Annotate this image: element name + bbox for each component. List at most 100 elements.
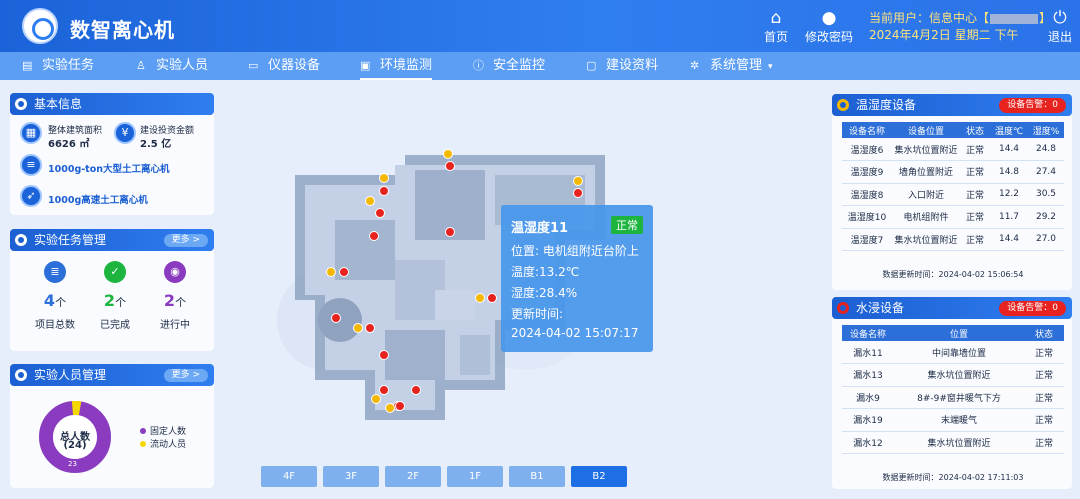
floor-button-1f[interactable]: 1F <box>447 466 503 487</box>
home-button[interactable]: ⌂ 首页 <box>752 8 800 45</box>
table-row[interactable]: 温湿度8 入口附近 正常 12.2 30.5 <box>842 183 1064 206</box>
sensor-marker[interactable] <box>371 394 381 404</box>
cell: 正常 <box>960 183 990 206</box>
panel-title-icon <box>15 98 27 110</box>
sensor-marker[interactable] <box>379 350 389 360</box>
floor-button-2f[interactable]: 2F <box>385 466 441 487</box>
cell: 电机组附件 <box>892 205 960 229</box>
tooltip-temperature: 温度:13.2℃ <box>511 265 580 279</box>
panel-title-icon <box>15 369 27 381</box>
sensor-marker[interactable] <box>379 186 389 196</box>
check-icon: ✓ <box>104 261 126 283</box>
sensor-marker[interactable] <box>379 173 389 183</box>
sensor-marker[interactable] <box>395 401 405 411</box>
temp-humidity-panel: 温湿度设备 设备告警：0 设备名称 设备位置 状态 温度℃ 湿度% 温湿度6 集水坑… <box>832 94 1072 290</box>
info-icon: ⓘ <box>473 59 484 72</box>
unit: 个 <box>55 296 67 309</box>
nav-item-system[interactable]: ✲ 系统管理 ▾ <box>690 52 773 80</box>
cell: 漏水12 <box>842 431 894 454</box>
sensor-marker[interactable] <box>379 385 389 395</box>
cell: 温湿度9 <box>842 160 892 184</box>
sensor-marker[interactable] <box>573 176 583 186</box>
cell: 正常 <box>1024 408 1064 432</box>
legend-fixed: 固定人数 <box>140 424 186 437</box>
sensor-marker[interactable] <box>365 196 375 206</box>
cell: 温湿度6 <box>842 138 892 161</box>
panel-title-icon <box>15 234 27 246</box>
nav-item-security[interactable]: ⓘ 安全监控 <box>473 52 545 80</box>
floor-button-3f[interactable]: 3F <box>323 466 379 487</box>
device-name-1: 1000g-ton大型土工离心机 <box>48 164 170 175</box>
sensor-marker[interactable] <box>375 208 385 218</box>
logout-button[interactable]: ⏻ 退出 <box>1040 8 1080 45</box>
cell: 集水坑位置附近 <box>892 228 960 251</box>
cell: 11.7 <box>990 205 1028 229</box>
table-row[interactable]: 漏水12 集水坑位置附近 正常 <box>842 431 1064 454</box>
change-password-button[interactable]: ● 修改密码 <box>803 8 855 45</box>
floor-button-b1[interactable]: B1 <box>509 466 565 487</box>
cell: 24.8 <box>1028 138 1064 161</box>
stat-ongoing: ◉ 2个 进行中 <box>150 261 200 331</box>
nav-item-equipment[interactable]: ▭ 仪器设备 <box>248 52 320 80</box>
table-row[interactable]: 漏水19 末端暖气 正常 <box>842 408 1064 432</box>
table-row[interactable]: 漏水9 8#-9#窗井暖气下方 正常 <box>842 386 1064 409</box>
legend-label: 流动人员 <box>150 440 187 450</box>
column-header: 设备名称 <box>842 325 894 341</box>
sensor-marker[interactable] <box>365 323 375 333</box>
legend-dot-icon <box>140 428 146 434</box>
panel-title: 温湿度设备 <box>856 98 917 112</box>
sensor-marker[interactable] <box>339 267 349 277</box>
sensor-marker[interactable] <box>445 161 455 171</box>
cell: 正常 <box>960 160 990 184</box>
top-header: 数智离心机 ⌂ 首页 ● 修改密码 当前用户：信息中心【】 2024年4月2日 … <box>0 0 1080 52</box>
done-label: 已完成 <box>100 320 130 331</box>
nav-item-docs[interactable]: ▢ 建设资料 <box>586 52 658 80</box>
column-header: 状态 <box>1024 325 1064 341</box>
table-row[interactable]: 温湿度10 电机组附件 正常 11.7 29.2 <box>842 205 1064 229</box>
sensor-marker[interactable] <box>385 403 395 413</box>
sensor-marker[interactable] <box>443 149 453 159</box>
cell: 正常 <box>960 205 990 229</box>
more-button[interactable]: 更多 > <box>163 369 208 382</box>
masked-username <box>990 13 1039 24</box>
cell: 温湿度8 <box>842 183 892 206</box>
sensor-marker[interactable] <box>326 267 336 277</box>
logout-label: 退出 <box>1047 30 1072 44</box>
nav-label: 安全监控 <box>493 58 546 73</box>
cell: 30.5 <box>1028 183 1064 206</box>
sensor-marker[interactable] <box>369 231 379 241</box>
sensor-marker[interactable] <box>353 323 363 333</box>
nav-item-env-monitor[interactable]: ▣ 环境监测 <box>360 52 433 80</box>
floor-button-b2[interactable]: B2 <box>571 466 627 487</box>
floor-button-4f[interactable]: 4F <box>261 466 317 487</box>
table-row[interactable]: 漏水13 集水坑位置附近 正常 <box>842 363 1064 387</box>
cell: 14.4 <box>990 228 1028 251</box>
table-row[interactable]: 温湿度7 集水坑位置附近 正常 14.4 27.0 <box>842 228 1064 251</box>
sensor-marker[interactable] <box>331 313 341 323</box>
sensor-marker[interactable] <box>487 293 497 303</box>
user-icon: ♙ <box>136 59 146 72</box>
column-header: 温度℃ <box>990 122 1028 138</box>
cell: 漏水19 <box>842 408 894 432</box>
main-nav: ▤ 实验任务 ♙ 实验人员 ▭ 仪器设备 ▣ 环境监测 ⓘ 安全监控 ▢ 建设资料 ✲ 系统管… <box>0 52 1080 80</box>
sensor-marker[interactable] <box>475 293 485 303</box>
money-icon: ¥ <box>114 122 136 144</box>
tooltip-status-badge: 正常 <box>611 216 643 234</box>
table-row[interactable]: 温湿度9 墙角位置附近 正常 14.8 27.4 <box>842 160 1064 184</box>
sensor-marker[interactable] <box>411 385 421 395</box>
nav-item-tasks[interactable]: ▤ 实验任务 <box>22 52 94 80</box>
water-leak-panel: 水浸设备 设备告警：0 设备名称 位置 状态 漏水11 中间靠墙位置 正常 漏水13 集… <box>832 297 1072 489</box>
more-button[interactable]: 更多 > <box>163 234 208 247</box>
nav-item-staff[interactable]: ♙ 实验人员 <box>136 52 208 80</box>
device-name-2: 1000g高速土工离心机 <box>48 195 148 206</box>
sensor-marker[interactable] <box>445 227 455 237</box>
nav-label: 仪器设备 <box>268 58 321 73</box>
table-row[interactable]: 温湿度6 集水坑位置附近 正常 14.4 24.8 <box>842 138 1064 161</box>
table-row[interactable]: 漏水11 中间靠墙位置 正常 <box>842 341 1064 364</box>
water-drop-icon <box>837 302 849 314</box>
area-value: 6626 ㎡ <box>48 139 90 150</box>
basic-info-panel: 基本信息 ▦ 整体建筑面积 6626 ㎡ ¥ 建设投资金额 2.5 亿 ≡ 10… <box>10 93 214 215</box>
cell: 漏水13 <box>842 363 894 387</box>
sensor-marker[interactable] <box>573 188 583 198</box>
panel-title: 水浸设备 <box>856 301 905 315</box>
